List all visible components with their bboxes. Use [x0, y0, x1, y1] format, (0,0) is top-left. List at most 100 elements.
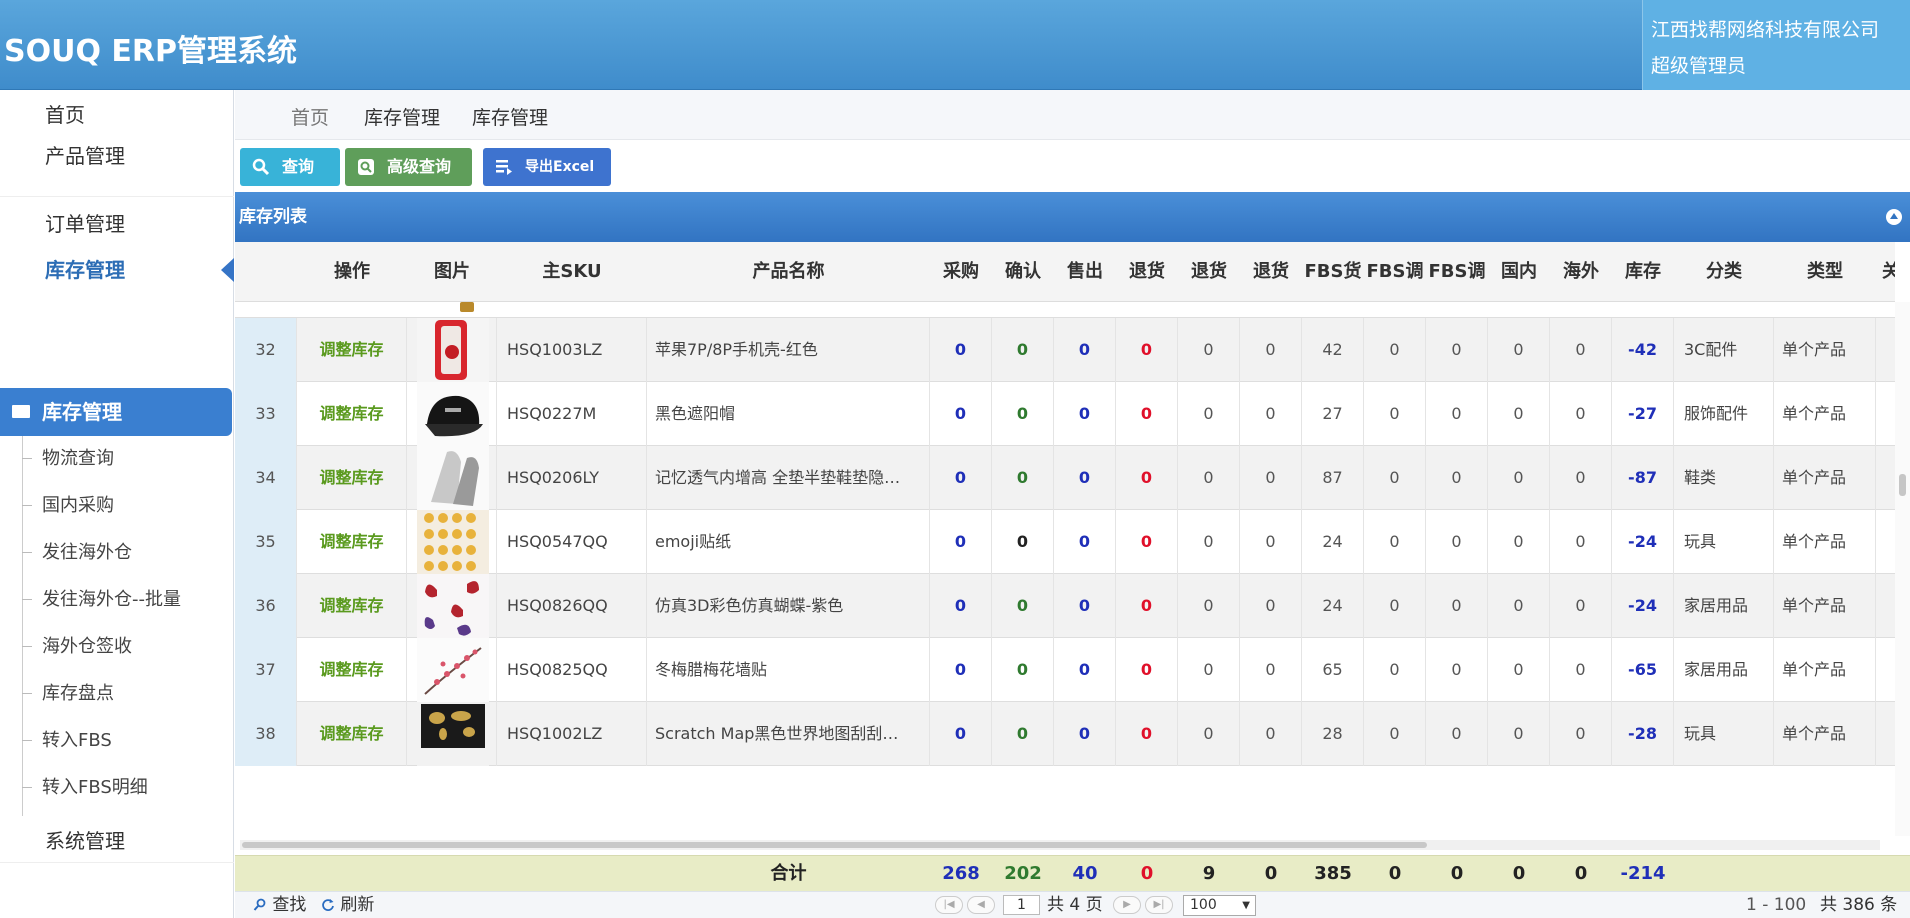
total-return-2: 9	[1202, 863, 1216, 884]
col-return-2[interactable]: 退货	[1178, 242, 1240, 302]
cell-image	[407, 446, 497, 510]
table-row[interactable]: 32 调整库存 HSQ1003LZ 苹果7P/8P手机壳-红色 0 0 0 0 0 0 42 0 0 0 0…	[235, 318, 1895, 382]
col-image[interactable]: 图片	[407, 242, 497, 302]
cell-lx: 单个产品	[1774, 574, 1876, 638]
subnav-stocktake[interactable]: 库存盘点	[0, 670, 234, 717]
subnav-transfer-fbs[interactable]: 转入FBS	[0, 717, 234, 764]
col-fbs-2[interactable]: FBS调	[1364, 242, 1426, 302]
cell-gn: 0	[1488, 446, 1550, 510]
last-page-icon[interactable]: ▶|	[1145, 896, 1173, 914]
cell-op[interactable]: 调整库存	[297, 702, 407, 766]
subnav-label: 国内采购	[42, 495, 114, 516]
col-more[interactable]: 关	[1876, 242, 1895, 302]
col-sold[interactable]: 售出	[1054, 242, 1116, 302]
col-fbs-3[interactable]: FBS调	[1426, 242, 1488, 302]
nav-orders[interactable]: 订单管理	[0, 199, 234, 249]
total-stock: -214	[1620, 863, 1666, 884]
col-type[interactable]: 类型	[1774, 242, 1876, 302]
cell-op[interactable]: 调整库存	[297, 382, 407, 446]
col-stock[interactable]: 库存	[1612, 242, 1674, 302]
col-overseas[interactable]: 海外	[1550, 242, 1612, 302]
totals-label: 合计	[770, 863, 807, 884]
product-thumbnail[interactable]	[417, 318, 489, 382]
cell-fl: 鞋类	[1674, 446, 1774, 510]
vertical-scroll-thumb[interactable]	[1899, 474, 1906, 496]
col-purchase[interactable]: 采购	[930, 242, 992, 302]
product-thumbnail[interactable]	[417, 510, 489, 574]
cell-op[interactable]: 调整库存	[297, 446, 407, 510]
product-thumbnail[interactable]	[417, 702, 489, 766]
col-product-name[interactable]: 产品名称	[647, 242, 930, 302]
export-excel-button[interactable]: 导出Excel	[483, 148, 611, 186]
table-row[interactable]: 38 调整库存 HSQ1002LZ Scratch Map黑色世界地图刮刮… 0 0 0 0 0…	[235, 702, 1895, 766]
cell-op[interactable]: 调整库存	[297, 510, 407, 574]
nav-system[interactable]: 系统管理	[0, 816, 234, 866]
col-fbs-1[interactable]: FBS货	[1302, 242, 1364, 302]
subnav-ship-overseas-batch[interactable]: 发往海外仓--批量	[0, 576, 234, 623]
col-return-1[interactable]: 退货	[1116, 242, 1178, 302]
cell-op[interactable]: 调整库存	[297, 318, 407, 382]
cell-qr: 0	[992, 638, 1054, 702]
cell-gn: 0	[1488, 702, 1550, 766]
product-thumbnail[interactable]	[417, 382, 489, 446]
page-size-select[interactable]: 100	[1183, 895, 1256, 916]
cell-sku: HSQ1002LZ	[497, 702, 647, 766]
breadcrumb-home[interactable]: 首页	[291, 103, 329, 130]
cell-op[interactable]: 调整库存	[297, 574, 407, 638]
cell-kc: -24	[1612, 510, 1674, 574]
next-page-icon[interactable]: ▶	[1113, 896, 1141, 914]
cell-sc: 0	[1054, 638, 1116, 702]
search-icon	[252, 158, 270, 176]
cell-th1: 0	[1116, 510, 1178, 574]
subnav-overseas-receipt[interactable]: 海外仓签收	[0, 623, 234, 670]
cell-sc: 0	[1054, 382, 1116, 446]
cell-th2: 0	[1178, 382, 1240, 446]
product-thumbnail[interactable]	[417, 638, 489, 702]
col-sku[interactable]: 主SKU	[497, 242, 647, 302]
table-row[interactable]: 33 调整库存 HSQ0227M 黑色遮阳帽 0 0 0 0 0 0 27 0 0 0 0 -27 服饰配件 单个…	[235, 382, 1895, 446]
cell-lx: 单个产品	[1774, 638, 1876, 702]
cell-cg: 0	[930, 510, 992, 574]
collapse-icon[interactable]	[1886, 209, 1902, 225]
toolbar: 查询 高级查询 导出Excel	[235, 140, 1910, 192]
user-role[interactable]: 超级管理员	[1651, 48, 1910, 84]
table-row[interactable]: 34 调整库存 HSQ0206LY 记忆透气内增高 全垫半垫鞋垫隐… 0 0 0 0 0 0 87 0…	[235, 446, 1895, 510]
horizontal-scroll-thumb[interactable]	[242, 842, 1427, 848]
subnav-label: 发往海外仓	[42, 542, 132, 563]
page-number-input[interactable]: 1	[1003, 895, 1040, 915]
col-domestic[interactable]: 国内	[1488, 242, 1550, 302]
cell-th1: 0	[1116, 446, 1178, 510]
subnav-domestic-purchase[interactable]: 国内采购	[0, 482, 234, 529]
nav-section-inventory[interactable]: 库存管理	[0, 388, 232, 436]
first-page-icon[interactable]: |◀	[935, 896, 963, 914]
table-row[interactable]: 36 调整库存 HSQ0826QQ 仿真3D彩色仿真蝴蝶-紫色 0 0 0 0 0 0 24 0 0 0 0…	[235, 574, 1895, 638]
col-category[interactable]: 分类	[1674, 242, 1774, 302]
table-row[interactable]: 37 调整库存 HSQ0825QQ 冬梅腊梅花墙贴 0 0 0 0 0 0 65 0 0 0 0 -65 家居用…	[235, 638, 1895, 702]
advanced-search-button[interactable]: 高级查询	[345, 148, 472, 186]
col-return-3[interactable]: 退货	[1240, 242, 1302, 302]
subnav-ship-overseas[interactable]: 发往海外仓	[0, 529, 234, 576]
product-thumbnail[interactable]	[417, 446, 489, 510]
subnav-logistics[interactable]: 物流查询	[0, 435, 234, 482]
product-thumbnail[interactable]	[417, 574, 489, 638]
col-confirm[interactable]: 确认	[992, 242, 1054, 302]
subnav-label: 海外仓签收	[42, 636, 132, 657]
find-link[interactable]: 查找	[253, 894, 306, 916]
table-row[interactable]: 35 调整库存 HSQ0547QQ emoji贴纸 0 0 0 0 0 0 24 0 0 0 0 -24 玩具单…	[235, 510, 1895, 574]
nav-products[interactable]: 产品管理	[0, 131, 234, 181]
nav-inventory[interactable]: 库存管理	[0, 245, 234, 295]
cell-fl: 玩具	[1674, 702, 1774, 766]
vertical-scrollbar[interactable]	[1895, 302, 1910, 836]
horizontal-scrollbar[interactable]	[240, 840, 1880, 850]
search-button[interactable]: 查询	[240, 148, 340, 186]
cell-sc: 0	[1054, 702, 1116, 766]
tree-dash	[22, 505, 32, 506]
refresh-link[interactable]: 刷新	[321, 894, 374, 916]
cell-op[interactable]: 调整库存	[297, 638, 407, 702]
breadcrumb-inventory[interactable]: 库存管理	[364, 103, 440, 130]
col-operation[interactable]: 操作	[297, 242, 407, 302]
cell-no: 37	[235, 638, 297, 702]
prev-page-icon[interactable]: ◀	[967, 896, 995, 914]
export-list-icon	[496, 160, 512, 175]
subnav-transfer-fbs-detail[interactable]: 转入FBS明细	[0, 764, 234, 811]
